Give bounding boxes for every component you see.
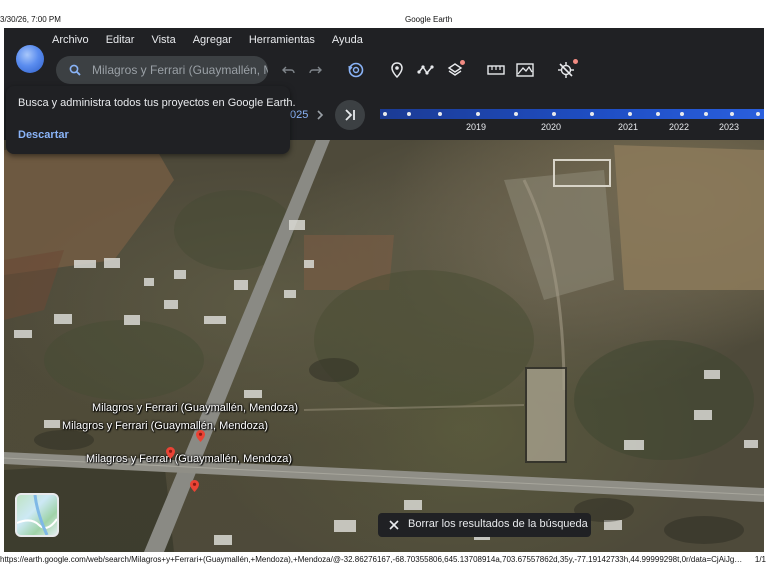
print-footer: https://earth.google.com/web/search/Mila…	[0, 552, 768, 576]
timeline-year-label: 2022	[669, 122, 690, 132]
location-pin-icon	[391, 62, 403, 78]
add-placemark-button[interactable]	[386, 59, 408, 81]
print-timestamp: 3/30/26, 7:00 PM	[0, 15, 61, 24]
timeline-marker[interactable]	[383, 112, 387, 116]
timeline-marker[interactable]	[590, 112, 594, 116]
dismiss-button[interactable]: Descartar	[18, 129, 69, 141]
print-title: Google Earth	[405, 15, 453, 24]
undo-button[interactable]	[278, 59, 300, 81]
timeline-marker[interactable]	[438, 112, 442, 116]
map-style-icon	[17, 495, 57, 535]
timeline-year-label: 2021	[618, 122, 639, 132]
chevron-right-icon[interactable]	[314, 107, 326, 123]
menu-archivo[interactable]: Archivo	[52, 32, 89, 54]
map-imagery	[4, 140, 764, 552]
print-page-number: 1/1	[754, 555, 766, 564]
location-toggle-button[interactable]	[555, 59, 578, 81]
elevation-icon	[516, 63, 534, 77]
search-icon	[69, 64, 81, 76]
location-pin-icon[interactable]	[166, 447, 175, 459]
undo-icon	[282, 66, 295, 74]
no-gps-icon	[558, 62, 574, 78]
print-url: https://earth.google.com/web/search/Mila…	[0, 555, 745, 564]
ruler-icon	[487, 65, 505, 75]
timeline-current-year: 025	[290, 109, 309, 121]
timeline-marker[interactable]	[704, 112, 708, 116]
google-earth-logo[interactable]	[16, 45, 44, 73]
print-header: 3/30/26, 7:00 PM Google Earth	[0, 0, 768, 28]
timeline-marker[interactable]	[552, 112, 556, 116]
history-button[interactable]	[345, 59, 367, 81]
timeline-marker[interactable]	[756, 112, 760, 116]
place-label[interactable]: Milagros y Ferrari (Guaymallén, Mendoza)	[86, 453, 292, 465]
close-icon[interactable]	[388, 519, 400, 531]
menu-agregar[interactable]: Agregar	[193, 32, 232, 54]
timeline-year-label: 2020	[541, 122, 562, 132]
place-label[interactable]: Milagros y Ferrari (Guaymallén, Mendoza)	[92, 402, 298, 414]
menu-editar[interactable]: Editar	[106, 32, 135, 54]
satellite-map[interactable]: Milagros y Ferrari (Guaymallén, Mendoza)…	[4, 140, 764, 552]
timeline-marker[interactable]	[476, 112, 480, 116]
timeline-marker[interactable]	[628, 112, 632, 116]
menu-herramientas[interactable]: Herramientas	[249, 32, 315, 54]
location-pin-icon[interactable]	[190, 480, 199, 492]
notification-dot	[573, 59, 578, 64]
timeline-marker[interactable]	[680, 112, 684, 116]
redo-icon	[309, 66, 322, 74]
skip-end-icon	[345, 109, 355, 121]
timeline-marker[interactable]	[730, 112, 734, 116]
notification-dot	[460, 60, 465, 65]
menu-ayuda[interactable]: Ayuda	[332, 32, 363, 54]
path-icon	[417, 65, 434, 75]
timeline-marker[interactable]	[407, 112, 411, 116]
measure-button[interactable]	[485, 59, 507, 81]
clear-search-label[interactable]: Borrar los resultados de la búsqueda	[408, 518, 588, 530]
redo-button[interactable]	[304, 59, 326, 81]
top-toolbar: Archivo Editar Vista Agregar Herramienta…	[4, 28, 764, 92]
layers-button[interactable]	[444, 59, 466, 81]
clear-search-snackbar[interactable]: Borrar los resultados de la búsqueda	[378, 513, 591, 537]
timeline-marker[interactable]	[514, 112, 518, 116]
tooltip-message: Busca y administra todos tus proyectos e…	[18, 97, 296, 109]
google-earth-window: Milagros y Ferrari (Guaymallén, Mendoza)…	[4, 28, 764, 552]
projects-tooltip: Busca y administra todos tus proyectos e…	[6, 86, 296, 154]
map-style-button[interactable]	[15, 493, 59, 537]
menu-bar: Archivo Editar Vista Agregar Herramienta…	[52, 32, 380, 54]
skip-to-latest-button[interactable]	[335, 100, 365, 130]
history-icon	[348, 62, 364, 78]
search-input[interactable]	[92, 56, 268, 84]
timeline-marker[interactable]	[656, 112, 660, 116]
location-pin-icon[interactable]	[196, 430, 205, 442]
place-label[interactable]: Milagros y Ferrari (Guaymallén, Mendoza)	[62, 420, 268, 432]
elevation-button[interactable]	[514, 59, 536, 81]
timeline-track[interactable]	[380, 109, 764, 119]
menu-vista[interactable]: Vista	[151, 32, 175, 54]
add-path-button[interactable]	[415, 59, 437, 81]
timeline-year-label: 2023	[719, 122, 740, 132]
search-box[interactable]	[56, 56, 268, 84]
timeline-year-label: 2019	[466, 122, 487, 132]
